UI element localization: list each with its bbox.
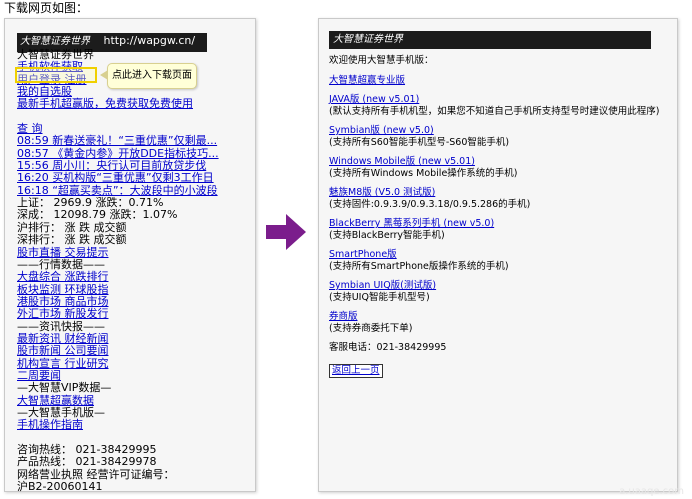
version-description: (默认支持所有手机机型，如果您不知道自己手机所支持型号时建议使用此程序) <box>329 105 660 117</box>
mobile-home-page: 大智慧证券世界 手机软件获取 用户登录 注册 我的自选股 最新手机超赢版，免费获取免费使… <box>17 48 251 494</box>
right-title-bar: 大智慧证券世界 <box>329 31 651 49</box>
mobile-text: 深成： 12098.79 涨跌：1.07% <box>17 208 178 222</box>
version-entry: Symbian版 (new v5.0) (支持所有S60智能手机型号-S60智能手… <box>329 125 669 148</box>
mobile-line: 沪B2-20060141 <box>17 480 251 494</box>
version-list: 大智慧超赢专业版 JAVA版 (new v5.01) (默认支持所有手机机型，如果您… <box>329 75 669 335</box>
version-entry: 魅族M8版 (V5.0 测试版) (支持固件:0.9.3.9/0.9.3.18/0… <box>329 187 669 210</box>
watermark: a.uaaqe.com <box>619 486 684 497</box>
version-download-link[interactable]: 魅族M8版 (V5.0 测试版) <box>329 187 435 198</box>
page-caption: 下载网页如图： <box>4 1 89 15</box>
mobile-link[interactable]: 港股市场 商品市场 <box>17 295 109 308</box>
site-url[interactable]: http://wapgw.cn/ <box>104 34 196 47</box>
mobile-text: 网络营业执照 经营许可证编号： <box>17 467 175 481</box>
mobile-text: 产品热线： 021-38429978 <box>17 455 157 469</box>
mobile-link[interactable]: 二周要闻 <box>17 369 61 382</box>
mobile-text: ——行情数据—— <box>17 257 105 271</box>
mobile-link[interactable]: 手机操作指南 <box>17 418 83 431</box>
version-download-link[interactable]: Symbian UIQ版(测试版) <box>329 280 436 291</box>
mobile-link[interactable]: 大盘综合 涨跌排行 <box>17 270 109 283</box>
left-screenshot-panel: 大智慧证券世界 http://wapgw.cn/ 大智慧证券世界 手机软件获取 用户… <box>4 18 256 494</box>
next-arrow-icon <box>266 214 306 250</box>
mobile-link[interactable]: 机构宣言 行业研究 <box>17 357 109 370</box>
mobile-text: ——资讯快报—— <box>17 319 105 333</box>
version-entry: JAVA版 (new v5.01) (默认支持所有手机机型，如果您不知道自己手机所… <box>329 94 669 117</box>
mobile-link[interactable]: 大智慧超赢数据 <box>17 394 94 407</box>
version-entry: 大智慧超赢专业版 <box>329 75 669 87</box>
version-description: (支持所有Windows Mobile操作系统的手机) <box>329 167 518 179</box>
version-download-link[interactable]: SmartPhone版 <box>329 249 397 260</box>
mobile-link[interactable]: 外汇市场 新股发行 <box>17 307 109 320</box>
mobile-link[interactable]: 板块监测 环球股指 <box>17 283 109 296</box>
right-screenshot-panel: 大智慧证券世界 欢迎使用大智慧手机版： 大智慧超赢专业版 JAVA版 (new v… <box>318 18 678 492</box>
mobile-link[interactable]: 08:57 《黄金内参》开放DDE指标技巧... <box>17 147 219 160</box>
mobile-link[interactable]: 16:20 买机构版“三重优惠”仅剩3工作日 <box>17 171 214 184</box>
mobile-line <box>17 111 251 123</box>
mobile-link[interactable]: 最新手机超赢版，免费获取免费使用 <box>17 97 193 110</box>
mobile-text: —大智慧VIP数据— <box>17 381 112 395</box>
version-download-link[interactable]: Symbian版 (new v5.0) <box>329 125 434 136</box>
mobile-text: 沪B2-20060141 <box>17 480 103 494</box>
version-description: (支持所有S60智能手机型号-S60智能手机) <box>329 136 510 148</box>
download-callout-tooltip: 点此进入下载页面 <box>100 63 197 89</box>
mobile-link[interactable]: 16:18 “超赢买卖点”：大波段中的小波段 <box>17 184 218 197</box>
mobile-text: 沪排行： 涨 跌 成交额 <box>17 220 127 234</box>
version-entry: Symbian UIQ版(测试版) (支持UIQ智能手机型号) <box>329 280 669 303</box>
service-phone: 客服电话：021-38429995 <box>329 342 447 353</box>
download-page-content: 欢迎使用大智慧手机版： 大智慧超赢专业版 JAVA版 (new v5.01) (默认… <box>329 55 669 378</box>
version-download-link[interactable]: BlackBerry 黑莓系列手机 (new v5.0) <box>329 218 494 229</box>
software-download-highlight[interactable] <box>15 67 97 83</box>
mobile-text: 深排行： 涨 跌 成交额 <box>17 233 127 247</box>
version-description: (支持UIQ智能手机型号) <box>329 291 430 303</box>
welcome-text: 欢迎使用大智慧手机版： <box>329 55 434 66</box>
version-download-link[interactable]: JAVA版 (new v5.01) <box>329 94 419 105</box>
version-description: (支持BlackBerry智能手机) <box>329 229 445 241</box>
version-description: (支持券商委托下单) <box>329 322 413 334</box>
version-description: (支持所有SmartPhone版操作系统的手机) <box>329 260 509 272</box>
mobile-link[interactable]: 08:59 新春送豪礼！“三重优惠”仅剩最... <box>17 134 217 147</box>
site-name: 大智慧证券世界 <box>333 34 403 45</box>
mobile-link[interactable]: 股市新闻 公司要闻 <box>17 344 109 357</box>
mobile-line[interactable]: 手机操作指南 <box>17 419 251 431</box>
site-name: 大智慧证券世界 <box>20 36 90 47</box>
mobile-line[interactable]: 最新手机超赢版，免费获取免费使用 <box>17 98 251 110</box>
version-entry: BlackBerry 黑莓系列手机 (new v5.0) (支持BlackBerr… <box>329 218 669 241</box>
mobile-link[interactable]: 最新资讯 财经新闻 <box>17 332 109 345</box>
version-download-link[interactable]: Windows Mobile版 (new v5.01) <box>329 156 475 167</box>
back-button[interactable]: 返回上一页 <box>329 363 383 378</box>
version-description: (支持固件:0.9.3.9/0.9.3.18/0.9.5.286的手机) <box>329 198 531 210</box>
version-entry: Windows Mobile版 (new v5.01) (支持所有Windows … <box>329 156 669 179</box>
version-download-link[interactable]: 券商版 <box>329 311 358 322</box>
version-entry: SmartPhone版 (支持所有SmartPhone版操作系统的手机) <box>329 249 669 272</box>
version-download-link[interactable]: 大智慧超赢专业版 <box>329 75 405 86</box>
version-entry: 券商版 (支持券商委托下单) <box>329 311 669 334</box>
mobile-link[interactable]: 股市直播 交易提示 <box>17 246 109 259</box>
